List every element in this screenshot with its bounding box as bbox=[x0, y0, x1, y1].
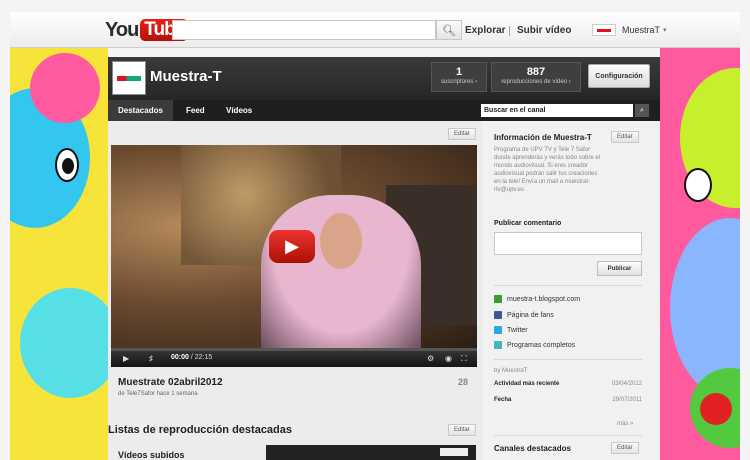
video-meta: de Tele7Safor hace 1 semana bbox=[118, 391, 198, 397]
nav-separator bbox=[509, 26, 510, 36]
video-title[interactable]: Muestrate 02abril2012 bbox=[118, 377, 223, 388]
user-menu[interactable]: MuestraT ▾ bbox=[592, 20, 667, 40]
channel-sidebar: Información de Muestra-T Editar Programa… bbox=[483, 121, 660, 460]
video-player[interactable]: ▶ ▶ ♯ 00:00 / 22:15 ⚙ ◉ ⛶ bbox=[111, 145, 477, 367]
player-controls: ▶ ♯ 00:00 / 22:15 ⚙ ◉ ⛶ bbox=[111, 348, 477, 367]
twitter-icon bbox=[494, 326, 502, 334]
channel-page: Muestra-T 1 suscriptores › 887 reproducc… bbox=[108, 57, 660, 460]
background-art-right bbox=[660, 48, 740, 460]
subscribers-count: 1 bbox=[455, 66, 463, 78]
featured-channels-edit-button[interactable]: Editar bbox=[611, 442, 639, 454]
comment-label: Publicar comentario bbox=[494, 220, 562, 227]
user-name: MuestraT bbox=[622, 25, 661, 35]
nav-upload-link[interactable]: Subir vídeo bbox=[517, 25, 571, 36]
channel-tabs: Destacados Feed Vídeos Buscar en el cana… bbox=[108, 100, 660, 121]
time-display: 00:00 / 22:15 bbox=[171, 354, 212, 361]
channel-search-input[interactable]: Buscar en el canal bbox=[481, 104, 633, 117]
featured-edit-button[interactable]: Editar bbox=[448, 128, 476, 140]
recent-activity-label: Actividad más reciente bbox=[494, 381, 560, 387]
video-view-count: 28 bbox=[458, 377, 469, 387]
channel-title: Muestra-T bbox=[150, 68, 222, 85]
channel-description: Programa de UPV TV y Tele 7 Safor donde … bbox=[494, 147, 601, 193]
comment-input[interactable] bbox=[494, 232, 642, 255]
divider bbox=[494, 285, 642, 286]
join-date-value: 29/07/2011 bbox=[612, 397, 642, 403]
tab-feed[interactable]: Feed bbox=[176, 100, 215, 121]
subscribers-label: suscriptores › bbox=[440, 79, 477, 85]
link-facebook[interactable]: Página de fans bbox=[494, 311, 554, 319]
link-blog-label: muestra-t.blogspot.com bbox=[507, 295, 581, 303]
play-button[interactable]: ▶ bbox=[269, 230, 315, 263]
vimeo-icon bbox=[494, 341, 502, 349]
background-art-left bbox=[10, 48, 108, 460]
site-header: You Tube 🔍︎ Explorar Subir vídeo Muestra… bbox=[10, 12, 740, 48]
divider bbox=[494, 359, 642, 360]
views-label: reproducciones de vídeo › bbox=[501, 79, 571, 85]
search-icon: ⌕ bbox=[640, 107, 644, 114]
join-date-label: Fecha bbox=[494, 397, 512, 403]
logo-you: You bbox=[105, 18, 139, 41]
facebook-icon bbox=[494, 311, 502, 319]
recent-activity-value: 03/04/2012 bbox=[611, 381, 642, 387]
play-icon[interactable]: ▶ bbox=[123, 354, 129, 363]
playlist-thumbnail[interactable] bbox=[266, 445, 476, 460]
search-button[interactable]: 🔍︎ bbox=[436, 20, 462, 40]
nav-explore-link[interactable]: Explorar bbox=[465, 25, 506, 36]
volume-icon[interactable]: ♯ bbox=[149, 354, 153, 363]
video-frame[interactable]: ▶ bbox=[111, 145, 477, 348]
time-current: 00:00 bbox=[171, 354, 189, 361]
more-link[interactable]: más » bbox=[617, 421, 633, 427]
settings-gear-icon[interactable]: ⚙ bbox=[427, 354, 434, 363]
video-frame-person bbox=[261, 195, 421, 348]
search-input[interactable] bbox=[172, 20, 436, 40]
chevron-down-icon: ▾ bbox=[663, 27, 667, 34]
divider bbox=[494, 435, 642, 436]
playlists-section-title: Listas de reproducción destacadas bbox=[108, 424, 293, 436]
time-total: / 22:15 bbox=[190, 354, 213, 361]
search-icon: 🔍︎ bbox=[442, 24, 456, 37]
link-facebook-label: Página de fans bbox=[507, 311, 554, 319]
views-count: 887 bbox=[526, 66, 546, 78]
link-twitter[interactable]: Twitter bbox=[494, 326, 528, 334]
user-avatar bbox=[592, 24, 616, 36]
progress-bar[interactable] bbox=[111, 348, 477, 351]
link-vimeo-label: Programas completos bbox=[507, 341, 576, 349]
channel-avatar[interactable] bbox=[112, 61, 146, 95]
by-line: by MuestraT bbox=[494, 368, 528, 374]
settings-button[interactable]: Configuración bbox=[588, 64, 650, 88]
featured-channels-title: Canales destacados bbox=[494, 444, 571, 453]
annotations-icon[interactable]: ◉ bbox=[445, 354, 452, 363]
subscribers-stat[interactable]: 1 suscriptores › bbox=[431, 62, 487, 92]
views-stat[interactable]: 887 reproducciones de vídeo › bbox=[491, 62, 581, 92]
playlist-uploads-label[interactable]: Vídeos subidos bbox=[118, 450, 185, 460]
playlists-edit-button[interactable]: Editar bbox=[448, 424, 476, 436]
link-blog[interactable]: muestra-t.blogspot.com bbox=[494, 295, 580, 303]
channel-header: Muestra-T 1 suscriptores › 887 reproducc… bbox=[108, 57, 660, 100]
tab-featured[interactable]: Destacados bbox=[108, 100, 173, 121]
channel-search-button[interactable]: ⌕ bbox=[635, 104, 649, 117]
tab-videos[interactable]: Vídeos bbox=[216, 100, 262, 121]
info-edit-button[interactable]: Editar bbox=[611, 131, 639, 143]
fullscreen-icon[interactable]: ⛶ bbox=[461, 354, 467, 364]
link-vimeo[interactable]: Programas completos bbox=[494, 341, 575, 349]
play-icon: ▶ bbox=[285, 236, 299, 256]
publish-button[interactable]: Publicar bbox=[597, 261, 642, 276]
info-title: Información de Muestra-T bbox=[494, 133, 592, 142]
link-twitter-label: Twitter bbox=[507, 326, 528, 334]
blog-icon bbox=[494, 295, 502, 303]
